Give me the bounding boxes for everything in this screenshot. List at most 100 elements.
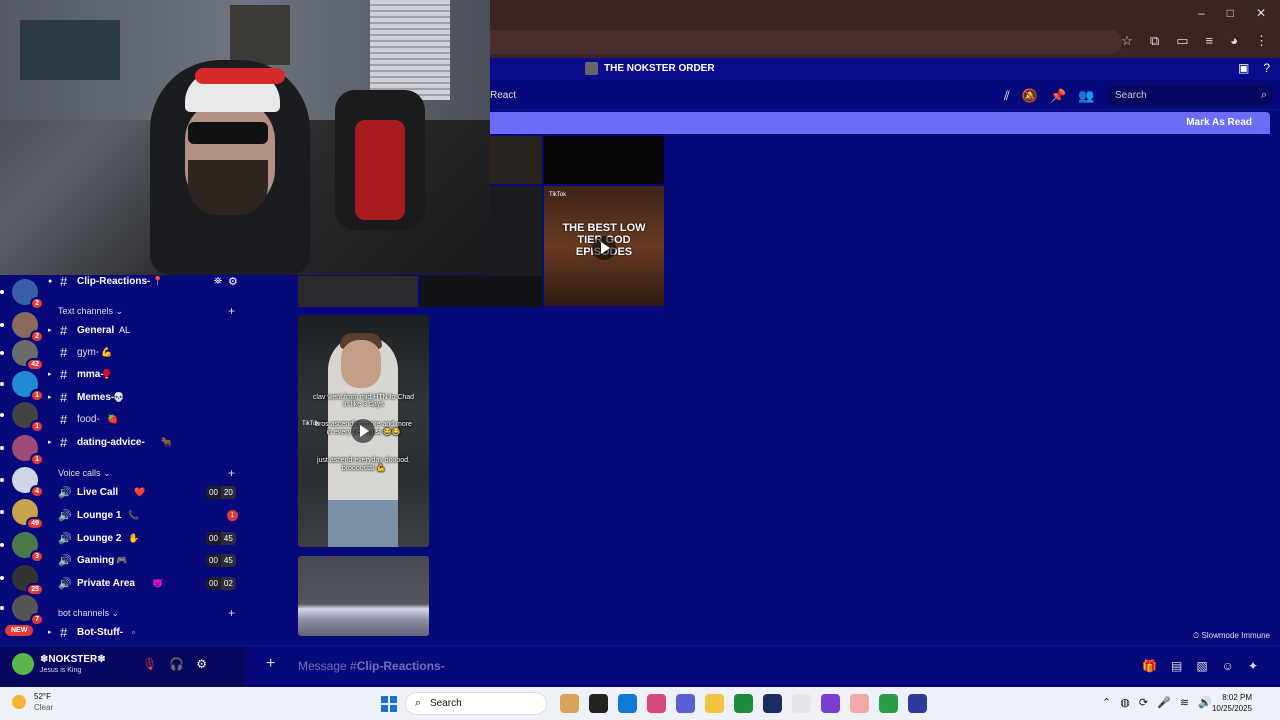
notifications-muted-icon[interactable]: 🔕: [1022, 88, 1038, 104]
server-icon[interactable]: 3: [0, 532, 44, 563]
channel-name: Private Area: [77, 577, 135, 589]
gift-icon[interactable]: 🎁: [1142, 659, 1157, 673]
server-icon[interactable]: 25: [0, 565, 44, 596]
chevron-up-icon[interactable]: ⌃: [1102, 696, 1111, 709]
mic-muted-icon[interactable]: 🎙: [142, 657, 157, 671]
unread-pip: [0, 478, 4, 482]
taskbar-app-icon[interactable]: [676, 694, 695, 713]
apps-icon[interactable]: ✦: [1248, 659, 1258, 673]
clock[interactable]: 8:02 PM 10/25/2025: [1212, 692, 1252, 714]
category-bot-channels[interactable]: bot channels ⌄ +: [58, 606, 235, 620]
taskbar-app-icon[interactable]: [618, 694, 637, 713]
unread-pip: [0, 351, 4, 355]
taskbar-app-icon[interactable]: [763, 694, 782, 713]
category-voice-calls[interactable]: Voice calls ⌄ +: [58, 466, 235, 480]
threads-icon[interactable]: ⫽: [1004, 88, 1010, 104]
composer-tools: 🎁 ▤ ▧ ☺ ✦: [1142, 659, 1258, 673]
voice-channel-item[interactable]: 🔊 Lounge 2 ✋ 00 45: [48, 528, 244, 548]
taskbar-app-icon[interactable]: [908, 694, 927, 713]
media-thumbnail[interactable]: [490, 136, 542, 184]
cast-icon[interactable]: ▭: [1176, 33, 1188, 49]
channel-item[interactable]: # food- 🍓: [48, 409, 244, 429]
channel-item[interactable]: ▸ # General AL: [48, 320, 244, 340]
extensions-icon[interactable]: ⧉: [1150, 33, 1159, 49]
play-icon[interactable]: [592, 236, 616, 260]
mic-icon[interactable]: 🎤: [1157, 696, 1171, 709]
taskbar-app-icon[interactable]: [792, 694, 811, 713]
server-icon[interactable]: 1: [0, 402, 44, 433]
start-button[interactable]: [381, 696, 397, 712]
category-text-channels[interactable]: Text channels ⌄ +: [58, 304, 235, 318]
emoji-icon[interactable]: ☺: [1222, 659, 1234, 673]
help-icon[interactable]: ?: [1263, 61, 1270, 75]
channel-item[interactable]: ▸ # Memes- 💀: [48, 387, 244, 407]
taskbar-search[interactable]: ⌕ Search: [405, 692, 547, 715]
media-icon[interactable]: ≡: [1206, 33, 1214, 49]
server-icon[interactable]: 4: [0, 467, 44, 498]
video-thumbnail-ltg[interactable]: TikTok THE BEST LOW TIER GOD EPISODES: [544, 186, 664, 306]
avatar[interactable]: [12, 653, 34, 675]
address-bar[interactable]: [490, 30, 1122, 54]
taskbar-app-icon[interactable]: [821, 694, 840, 713]
channel-item[interactable]: # gym- 💪: [48, 342, 244, 362]
sticker-icon[interactable]: ▧: [1196, 659, 1207, 673]
play-icon[interactable]: [351, 419, 375, 443]
taskbar-app-icon[interactable]: [879, 694, 898, 713]
server-icon[interactable]: 2: [0, 312, 44, 343]
new-messages-banner[interactable]: Mark As Read: [490, 112, 1270, 134]
gear-icon[interactable]: ⚙: [228, 275, 238, 288]
network-icon[interactable]: ◍: [1120, 696, 1130, 709]
voice-channel-item[interactable]: 🔊 Live Call ❤️ 00 20: [48, 482, 244, 502]
taskbar-app-icon[interactable]: [850, 694, 869, 713]
media-thumbnail[interactable]: [420, 276, 542, 307]
video-thumbnail-clav[interactable]: clav went from mid HTN to Chad in like 3…: [298, 315, 429, 547]
channel-item[interactable]: ▸ # dating-advice- 🐂: [48, 432, 244, 452]
taskbar-app-icon[interactable]: [734, 694, 753, 713]
channel-bot-stuff[interactable]: ▸ # Bot-Stuff- ▫: [48, 622, 244, 642]
server-icon[interactable]: 7: [0, 595, 44, 626]
headphones-icon[interactable]: 🎧: [169, 657, 184, 671]
members-icon[interactable]: 👥: [1078, 88, 1094, 104]
add-attachment-icon[interactable]: +: [266, 655, 275, 673]
taskbar-app-icon[interactable]: [705, 694, 724, 713]
search-input[interactable]: Search ⌕: [1108, 86, 1272, 106]
add-channel-icon[interactable]: +: [228, 304, 235, 318]
server-icon[interactable]: 1: [0, 435, 44, 466]
media-thumbnail[interactable]: [298, 276, 418, 307]
server-icon[interactable]: 1: [0, 371, 44, 402]
channel-current[interactable]: ● # Clip-Reactions- 📍 ⛯ ⚙: [48, 271, 244, 291]
add-member-icon[interactable]: ⛯: [214, 276, 222, 287]
volume-icon[interactable]: 🔊: [1198, 696, 1212, 709]
sync-icon[interactable]: ⟳: [1139, 696, 1148, 709]
voice-channel-item[interactable]: 🔊 Gaming 🎮 00 45: [48, 550, 244, 570]
message-input[interactable]: Message #Clip-Reactions-: [298, 659, 445, 673]
message-composer[interactable]: + Message #Clip-Reactions- 🎁 ▤ ▧ ☺ ✦: [254, 649, 1274, 683]
inbox-icon[interactable]: ▣: [1238, 61, 1249, 75]
username[interactable]: ❄NOKSTER❄: [40, 654, 106, 665]
maximize-button[interactable]: □: [1227, 6, 1234, 20]
close-button[interactable]: ✕: [1256, 6, 1266, 20]
pin-icon[interactable]: 📌: [1050, 88, 1066, 104]
mark-as-read-button[interactable]: Mark As Read: [1186, 117, 1252, 128]
channel-item[interactable]: ▸ # mma- 🥊: [48, 364, 244, 384]
minimize-button[interactable]: –: [1198, 6, 1205, 20]
new-servers-badge[interactable]: NEW: [5, 625, 34, 636]
media-thumbnail[interactable]: [544, 136, 664, 184]
taskbar-app-icon[interactable]: [647, 694, 666, 713]
gif-icon[interactable]: ▤: [1171, 659, 1182, 673]
server-icon[interactable]: 49: [0, 499, 44, 530]
menu-icon[interactable]: ⋮: [1255, 33, 1268, 49]
gear-icon[interactable]: ⚙: [196, 657, 207, 671]
add-channel-icon[interactable]: +: [228, 606, 235, 620]
wifi-icon[interactable]: ≋: [1180, 696, 1189, 709]
profile-icon[interactable]: ◕: [1230, 33, 1238, 49]
add-channel-icon[interactable]: +: [228, 466, 235, 480]
taskbar-app-icon[interactable]: [589, 694, 608, 713]
server-icon[interactable]: 42: [0, 340, 44, 371]
voice-channel-item[interactable]: 🔊 Private Area 😈 00 02: [48, 573, 244, 593]
server-icon[interactable]: 2: [0, 279, 44, 310]
star-icon[interactable]: ☆: [1121, 33, 1133, 49]
video-thumbnail[interactable]: [298, 556, 429, 636]
voice-channel-item[interactable]: 🔊 Lounge 1 📞 1: [48, 505, 244, 525]
taskbar-app-icon[interactable]: [560, 694, 579, 713]
